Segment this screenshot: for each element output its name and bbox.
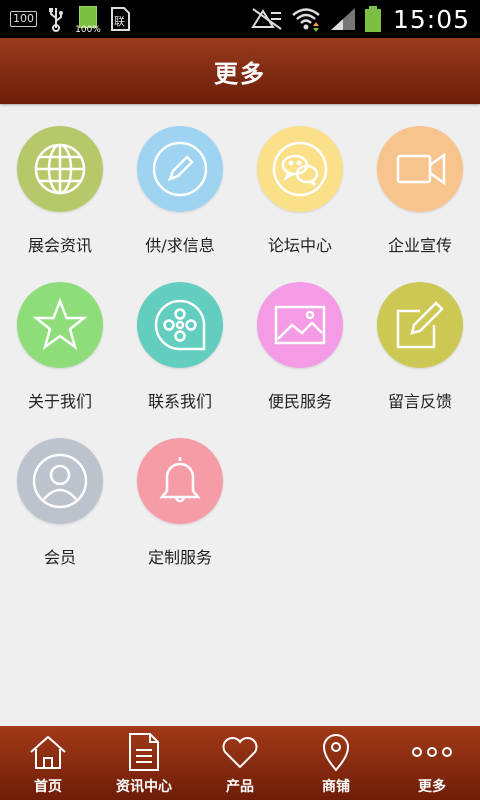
edit-icon (377, 282, 463, 368)
grid-item-label: 便民服务 (267, 392, 332, 411)
usb-icon (49, 8, 63, 32)
grid-item-member[interactable]: 会员 (0, 416, 120, 567)
globe-icon (17, 126, 103, 212)
pencil-icon (137, 126, 223, 212)
nav-label: 首页 (34, 779, 62, 795)
nav-label: 商铺 (322, 779, 350, 795)
grid-item-label: 企业宣传 (387, 236, 452, 255)
home-icon (30, 735, 66, 769)
no-signal-icon (251, 8, 282, 30)
grid-item-label: 留言反馈 (387, 392, 452, 411)
grid-item-label: 供/求信息 (145, 236, 215, 255)
nav-item-more[interactable]: 更多 (384, 726, 480, 800)
status-bar: 100 100% 联 15:05 (0, 0, 480, 38)
grid-item-feedback[interactable]: 留言反馈 (360, 260, 480, 411)
location-pin-icon (322, 734, 350, 772)
title-bar: 更多 (0, 38, 480, 104)
more-dots-icon (412, 747, 452, 757)
heart-icon (222, 737, 258, 769)
document-icon (129, 733, 159, 771)
grid-item-about-us[interactable]: 关于我们 (0, 260, 120, 411)
grid-item-label: 定制服务 (147, 548, 212, 567)
video-camera-icon (377, 126, 463, 212)
grid-item-supply-demand[interactable]: 供/求信息 (120, 104, 240, 255)
film-reel-icon (137, 282, 223, 368)
nav-item-news-center[interactable]: 资讯中心 (96, 726, 192, 800)
wifi-icon (292, 8, 320, 32)
grid-item-label: 论坛中心 (267, 236, 332, 255)
svg-text:联: 联 (114, 15, 125, 28)
grid-item-contact-us[interactable]: 联系我们 (120, 260, 240, 411)
notification-100-icon: 100 (10, 11, 37, 27)
grid-item-forum[interactable]: 论坛中心 (240, 104, 360, 255)
nav-label: 更多 (418, 779, 446, 795)
grid-item-expo-news[interactable]: 展会资讯 (0, 104, 120, 255)
nav-item-home[interactable]: 首页 (0, 726, 96, 800)
bottom-nav: 首页 资讯中心 产品 商铺 更多 (0, 726, 480, 800)
star-icon (17, 282, 103, 368)
page-title: 更多 (214, 59, 266, 88)
battery-icon (364, 6, 381, 32)
nav-item-shops[interactable]: 商铺 (288, 726, 384, 800)
grid-item-label: 展会资讯 (27, 236, 92, 255)
image-icon (257, 282, 343, 368)
cell-signal-icon (330, 8, 355, 30)
grid-item-corporate-promo[interactable]: 企业宣传 (360, 104, 480, 255)
status-left-icons: 100 100% 联 (10, 4, 131, 35)
grid-item-label: 会员 (43, 548, 76, 567)
clock: 15:05 (392, 4, 470, 34)
status-right-icons: 15:05 (251, 4, 470, 34)
grid-item-custom-service[interactable]: 定制服务 (120, 416, 240, 567)
nav-label: 资讯中心 (116, 779, 172, 795)
battery-full-icon: 100% (75, 4, 101, 35)
nav-item-products[interactable]: 产品 (192, 726, 288, 800)
nav-label: 产品 (226, 779, 254, 795)
grid-item-label: 关于我们 (27, 392, 92, 411)
chat-icon (257, 126, 343, 212)
user-icon (17, 438, 103, 524)
grid-item-label: 联系我们 (147, 392, 212, 411)
sim-icon: 联 (111, 7, 130, 31)
grid-item-public-service[interactable]: 便民服务 (240, 260, 360, 411)
bell-icon (137, 438, 223, 524)
